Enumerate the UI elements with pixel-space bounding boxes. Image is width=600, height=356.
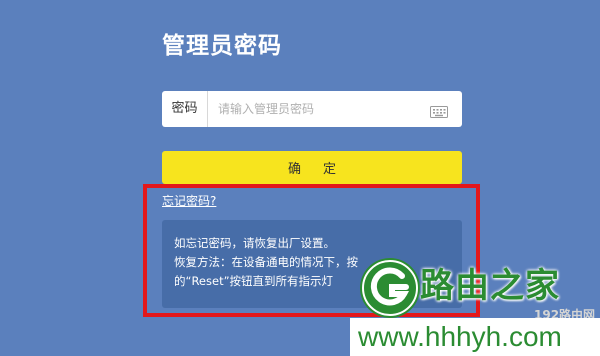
keyboard-icon[interactable] xyxy=(430,103,448,118)
watermark-url: www.hhhyh.com xyxy=(350,318,600,356)
password-field[interactable]: 密码 xyxy=(162,91,462,127)
password-input[interactable] xyxy=(208,92,430,126)
page-title: 管理员密码 xyxy=(162,33,282,59)
watermark-logo-icon xyxy=(360,258,420,318)
watermark-site-name: 路由之家 xyxy=(420,266,560,306)
confirm-button[interactable]: 确定 xyxy=(162,151,462,184)
password-label: 密码 xyxy=(162,91,208,127)
